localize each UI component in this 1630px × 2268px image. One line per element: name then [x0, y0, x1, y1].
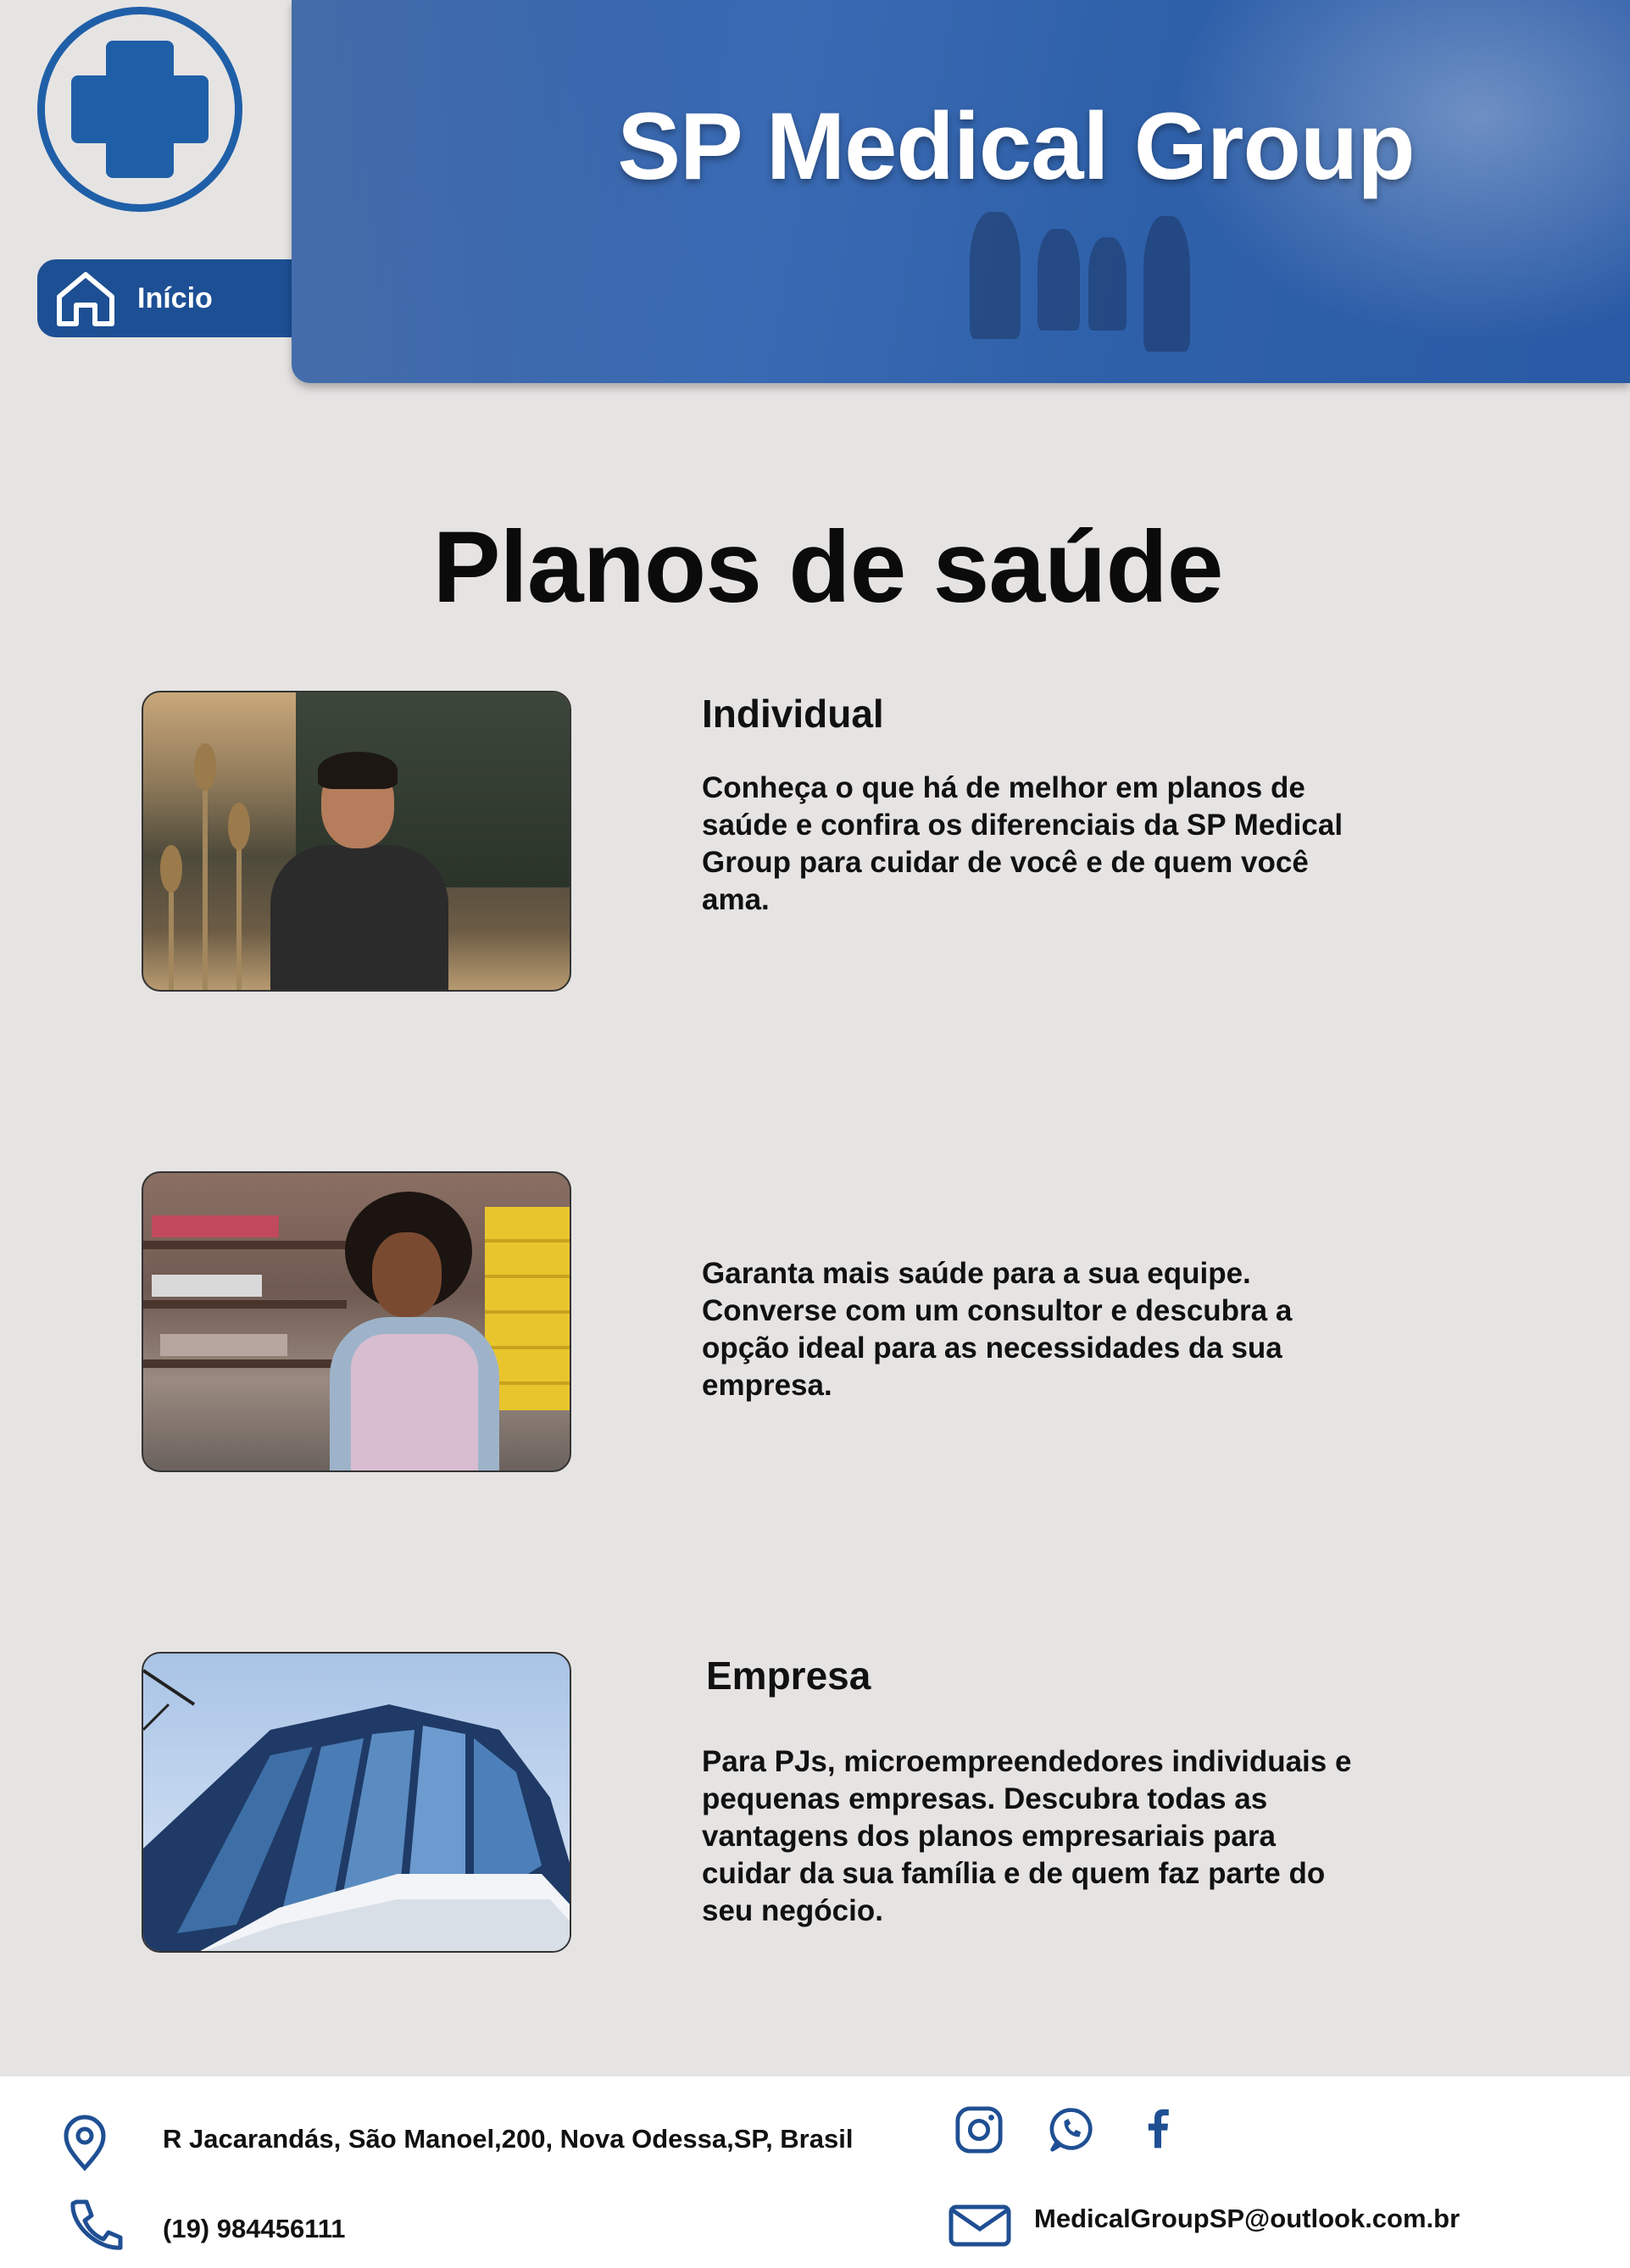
footer-email[interactable]: MedicalGroupSP@outlook.com.br	[1034, 2204, 1460, 2234]
plan-individual-image	[142, 691, 571, 992]
image-products	[160, 1334, 287, 1356]
image-plant	[160, 845, 182, 892]
email-icon	[949, 2204, 1011, 2247]
logo	[37, 7, 242, 212]
phone-icon	[70, 2199, 123, 2250]
image-shelf	[143, 1300, 347, 1309]
footer-phone: (19) 984456111	[163, 2214, 346, 2243]
building-illustration	[143, 1669, 570, 1951]
plan-team-description: Garanta mais saúde para a sua equipe. Co…	[702, 1257, 1293, 1402]
whatsapp-icon[interactable]	[1048, 2105, 1095, 2153]
plan-company-description: Para PJs, microempreendedores individuai…	[702, 1745, 1352, 1927]
image-plant	[194, 743, 216, 791]
facebook-icon[interactable]	[1144, 2107, 1171, 2151]
plan-company-image	[142, 1652, 571, 1953]
header-banner: SP Medical Group	[292, 0, 1630, 383]
instagram-icon[interactable]	[954, 2105, 1004, 2154]
image-plant	[228, 803, 250, 850]
banner-figure	[1038, 229, 1080, 331]
image-person-apron	[351, 1334, 478, 1470]
footer: R Jacarandás, São Manoel,200, Nova Odess…	[0, 2076, 1630, 2268]
plan-team-image	[142, 1171, 571, 1472]
footer-address: R Jacarandás, São Manoel,200, Nova Odess…	[163, 2124, 854, 2154]
image-person-body	[270, 845, 448, 990]
plan-individual-description: Conheça o que há de melhor em planos de …	[702, 771, 1343, 916]
home-icon	[57, 272, 114, 326]
banner-figure	[970, 212, 1021, 339]
plan-individual-title: Individual	[702, 692, 884, 736]
image-products	[152, 1275, 262, 1297]
image-plant	[203, 760, 208, 990]
image-products	[152, 1215, 279, 1237]
image-shelf	[143, 1359, 347, 1368]
page-title: Planos de saúde	[432, 510, 1224, 624]
image-person-hair	[318, 752, 398, 789]
banner-figure	[1143, 216, 1190, 352]
image-shelf	[143, 1241, 347, 1249]
home-nav-button[interactable]: Início	[37, 259, 309, 337]
home-nav-label: Início	[137, 281, 213, 314]
image-person-head	[372, 1232, 442, 1317]
plan-company-title: Empresa	[706, 1654, 871, 1698]
logo-cross-horizontal	[71, 75, 209, 143]
location-pin-icon	[64, 2115, 106, 2171]
brand-title: SP Medical Group	[617, 93, 1415, 199]
banner-figure	[1088, 237, 1127, 331]
